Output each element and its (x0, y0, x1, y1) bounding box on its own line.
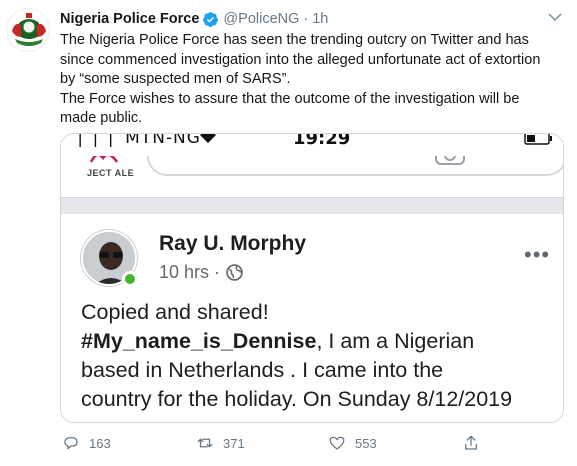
like-button[interactable]: 553 (328, 434, 377, 452)
police-avatar[interactable] (6, 8, 50, 52)
carrier-label: ❘❘❘ MTN-NG (73, 133, 201, 148)
like-icon (329, 436, 345, 450)
facebook-post: Ray U. Morphy 10 hrs · ••• Copied and sh… (61, 214, 563, 422)
tweet-header: Nigeria Police Force @PoliceNG · 1h (60, 9, 563, 29)
battery-icon (524, 134, 552, 145)
tweet-text-line: made public. (60, 110, 143, 126)
reply-button[interactable]: 163 (62, 434, 111, 452)
reply-icon (64, 437, 78, 450)
fb-author-name: Ray U. Morphy (159, 232, 307, 255)
tweet-image[interactable]: JECT ALE ❘❘❘ MTN-NG 19:29 Ray U. Morphy … (60, 133, 564, 423)
retweet-count: 371 (223, 435, 245, 451)
fb-post-line: country for the holiday. On Sunday 8/12/… (81, 387, 513, 411)
share-icon (465, 435, 477, 450)
handle[interactable]: @PoliceNG (223, 11, 299, 27)
tweet-text-line: The Nigeria Police Force has seen the tr… (60, 32, 529, 48)
tweet-actions: 163 371 553 (60, 434, 560, 456)
chevron-down-icon[interactable] (547, 12, 563, 22)
tweet-text-line: since commenced investigation into the a… (60, 51, 541, 68)
tweet-text: The Nigeria Police Force has seen the tr… (60, 31, 565, 129)
fb-meta-separator: · (214, 262, 221, 282)
wifi-icon (200, 134, 216, 143)
retweet-button[interactable]: 371 (196, 434, 245, 452)
tweet-text-line: by “some suspected men of SARS”. (60, 71, 291, 87)
verified-badge-icon (203, 11, 219, 27)
display-name[interactable]: Nigeria Police Force (60, 11, 199, 27)
online-indicator (122, 271, 138, 287)
header-separator: · (303, 11, 309, 27)
globe-icon (226, 264, 243, 281)
hashtag: #My_name_is_Dennise (81, 329, 317, 353)
fb-post-meta: 10 hrs · (159, 262, 243, 283)
status-time: 19:29 (293, 133, 351, 149)
timestamp[interactable]: 1h (312, 11, 328, 27)
like-count: 553 (355, 435, 377, 451)
reply-count: 163 (89, 435, 111, 451)
app-label: JECT ALE (87, 168, 135, 178)
fb-more-icon: ••• (524, 242, 551, 267)
fb-post-line-rest: , I am a Nigerian (316, 329, 475, 353)
tweet-text-line: The Force wishes to assure that the outc… (60, 90, 520, 107)
phone-status-bar: ❘❘❘ MTN-NG 19:29 (61, 134, 563, 156)
police-crest-logo (7, 9, 49, 51)
fb-post-time: 10 hrs (159, 262, 210, 282)
fb-post-body: Copied and shared! #My_name_is_Dennise, … (81, 298, 551, 414)
share-button[interactable] (462, 434, 489, 452)
retweet-icon (197, 438, 213, 448)
tweet[interactable]: Nigeria Police Force @PoliceNG · 1h The … (0, 0, 577, 466)
feed-divider (61, 198, 563, 214)
fb-post-line: #My_name_is_Dennise, I am a Nigerian (81, 327, 551, 356)
fb-post-line: Copied and shared! (81, 300, 269, 324)
fb-post-line: based in Netherlands . I came into the (81, 358, 444, 382)
